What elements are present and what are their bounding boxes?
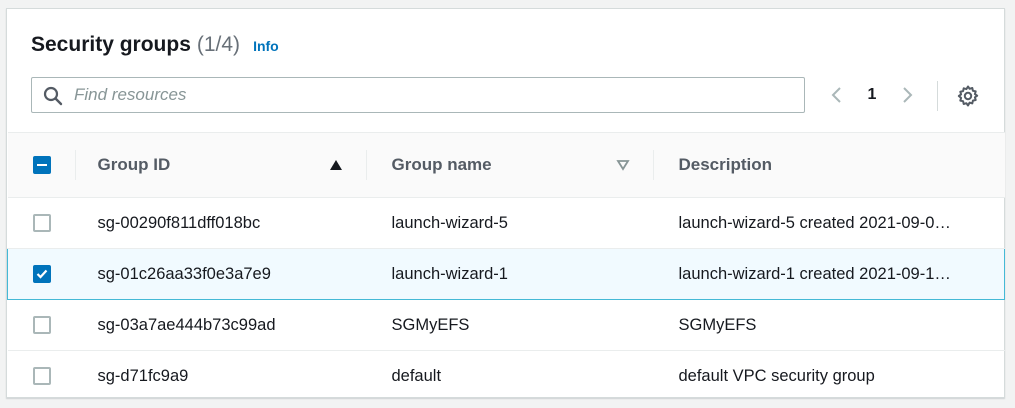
security-groups-table: Group ID Group name Description sg-00290… (7, 132, 1005, 402)
next-page-button[interactable] (893, 81, 921, 109)
previous-page-button[interactable] (823, 81, 851, 109)
pagination-divider (937, 81, 938, 111)
select-all-checkbox[interactable] (32, 156, 51, 174)
security-groups-panel: Security groups (1/4) Info 1 (6, 8, 1005, 398)
group-id-cell[interactable]: sg-01c26aa33f0e3a7e9 (75, 248, 367, 300)
group-name-cell: SGMyEFS (366, 299, 654, 351)
group-name-cell: launch-wizard-1 (366, 248, 654, 300)
group-name-cell: default (391, 366, 442, 385)
column-header-description[interactable]: Description (653, 132, 1005, 198)
group-id-cell[interactable]: sg-03a7ae444b73c99ad (75, 299, 367, 351)
gear-icon[interactable] (956, 84, 980, 108)
search-box[interactable] (31, 77, 805, 113)
column-header-group-id[interactable]: Group ID (75, 132, 367, 198)
table-row[interactable]: sg-00290f811dff018bc launch-wizard-5 lau… (7, 197, 1005, 249)
info-link[interactable]: Info (253, 38, 279, 54)
table-row[interactable]: sg-03a7ae444b73c99ad SGMyEFS SGMyEFS (7, 299, 1005, 351)
panel-header: Security groups (1/4) Info 1 (7, 9, 1004, 132)
column-header-group-name[interactable]: Group name (366, 132, 654, 198)
table-header-row: Group ID Group name Description (7, 132, 1005, 198)
chevron-left-icon (831, 87, 841, 103)
page-title: Security groups (31, 33, 191, 56)
selection-count: (1/4) (196, 33, 241, 56)
row-checkbox[interactable] (32, 367, 51, 386)
group-id-cell[interactable]: sg-00290f811dff018bc (75, 197, 367, 249)
select-all-header (7, 132, 76, 198)
row-checkbox[interactable] (32, 316, 51, 334)
sort-ascending-icon[interactable] (329, 159, 343, 171)
group-id-cell[interactable]: sg-d71fc9a9 (76, 351, 367, 402)
row-checkbox[interactable] (32, 214, 51, 232)
group-name-cell: launch-wizard-5 (366, 197, 654, 249)
current-page-number[interactable]: 1 (851, 86, 893, 104)
search-input[interactable] (74, 79, 794, 111)
column-label-description: Description (678, 155, 773, 174)
description-cell: SGMyEFS (653, 299, 1005, 351)
checkmark-icon (36, 269, 48, 279)
sort-descending-outline-icon[interactable] (615, 159, 630, 171)
column-label-group-id: Group ID (97, 155, 171, 174)
description-cell: launch-wizard-5 created 2021-09-0… (653, 197, 1005, 249)
description-cell: launch-wizard-1 created 2021-09-1… (653, 248, 1005, 300)
search-icon (43, 86, 63, 106)
pagination: 1 (823, 81, 921, 109)
column-label-group-name: Group name (391, 155, 492, 174)
table-row[interactable]: sg-01c26aa33f0e3a7e9 launch-wizard-1 lau… (7, 248, 1005, 300)
description-cell: default VPC security group (678, 366, 875, 385)
chevron-right-icon (903, 87, 913, 103)
table-row[interactable]: sg-d71fc9a9 default default VPC security… (8, 351, 1005, 402)
title-row: Security groups (1/4) Info (31, 33, 279, 57)
row-checkbox[interactable] (33, 265, 51, 283)
